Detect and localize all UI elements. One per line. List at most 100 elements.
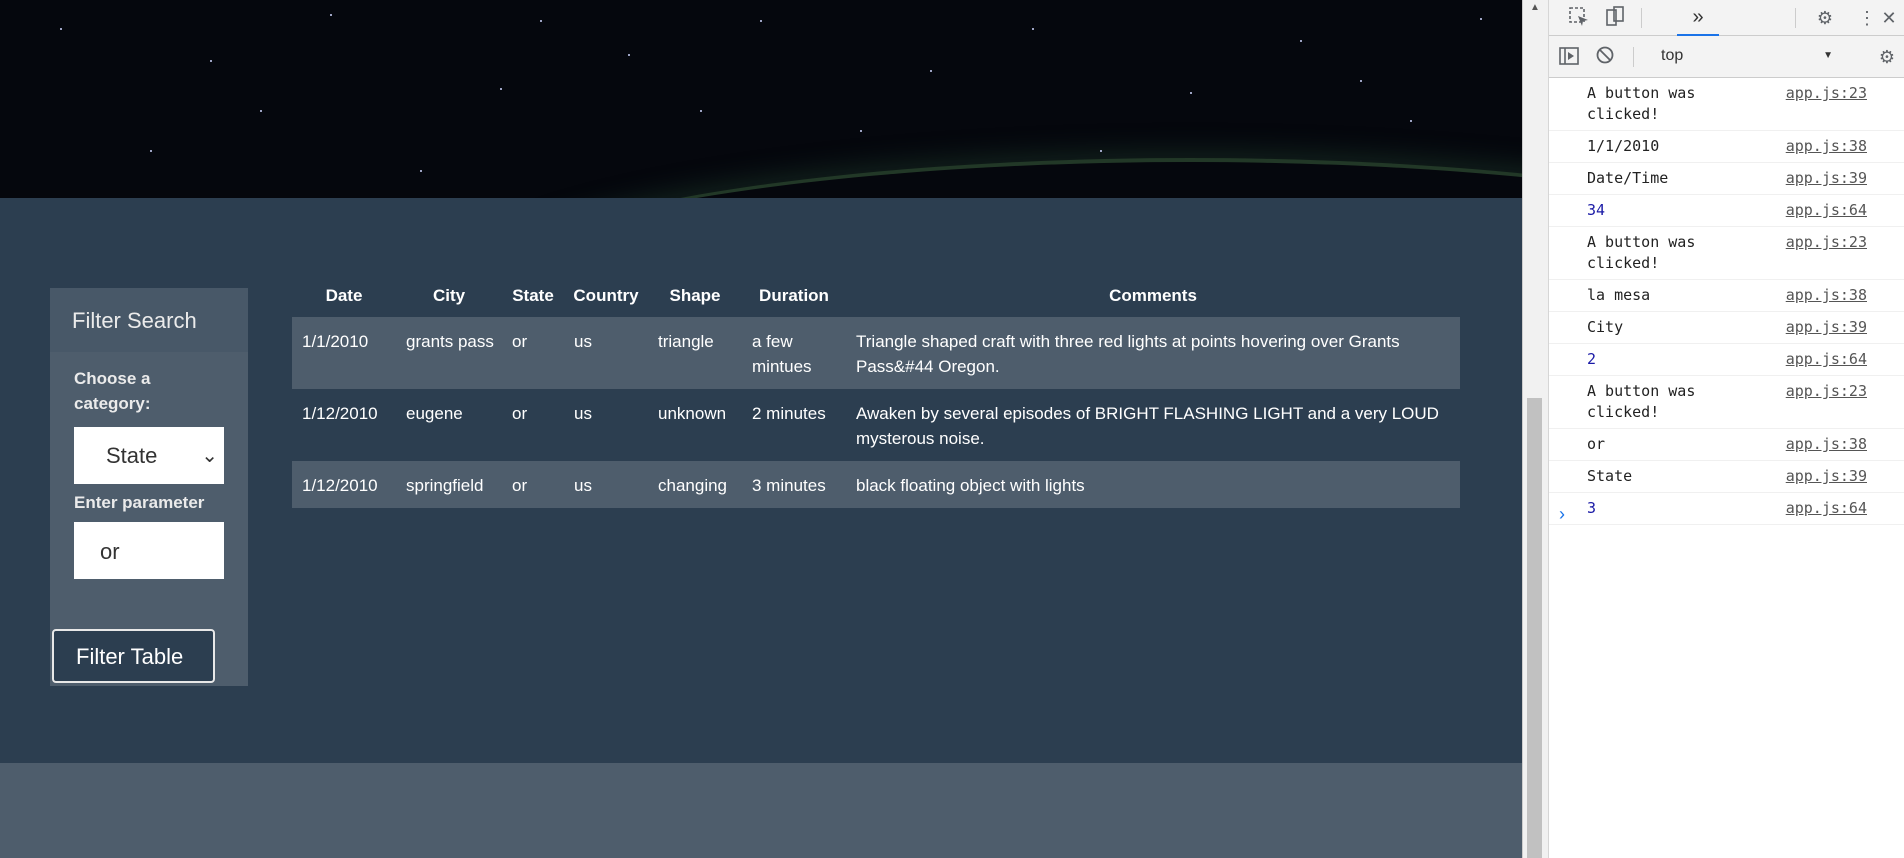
- cell-duration: 3 minutes: [742, 461, 846, 508]
- column-header-city: City: [432, 286, 466, 305]
- close-icon[interactable]: ✕: [1877, 6, 1901, 30]
- console-log-row: 1/1/2010 app.js:38: [1549, 131, 1904, 163]
- show-sidebar-icon[interactable]: [1557, 45, 1581, 69]
- console-message-text: State: [1587, 467, 1633, 485]
- category-label: Choose a category:: [74, 369, 151, 413]
- console-prompt-icon[interactable]: ›: [1559, 504, 1565, 525]
- cell-city: eugene: [396, 389, 502, 461]
- console-log-row: or app.js:38: [1549, 429, 1904, 461]
- console-source-link[interactable]: app.js:39: [1786, 317, 1867, 338]
- console-message-text: City: [1587, 318, 1624, 336]
- filter-table-button[interactable]: Filter Table: [52, 629, 215, 683]
- device-toolbar-icon[interactable]: [1603, 6, 1627, 30]
- console-messages: A button was clicked! app.js:23 1/1/2010 ap…: [1549, 78, 1904, 525]
- browser-viewport: Filter Search Choose a category: State ⌄…: [0, 0, 1904, 858]
- cell-state: or: [502, 461, 564, 508]
- console-log-row: State app.js:39: [1549, 461, 1904, 493]
- console-source-link[interactable]: app.js:23: [1786, 232, 1867, 253]
- console-message-text: A button was clicked!: [1587, 84, 1705, 123]
- category-select-value: State: [106, 443, 158, 468]
- javascript-context-select[interactable]: top ▼: [1653, 42, 1841, 70]
- cell-country: us: [564, 461, 648, 508]
- console-source-link[interactable]: app.js:64: [1786, 498, 1867, 519]
- cell-state: or: [502, 317, 564, 389]
- toolbar-divider: [1795, 8, 1796, 28]
- column-header-country: Country: [573, 286, 639, 305]
- console-message-text: la mesa: [1587, 286, 1651, 304]
- star-dot: [760, 20, 762, 22]
- parameter-input[interactable]: or: [74, 522, 224, 579]
- star-dot: [628, 54, 630, 56]
- kebab-menu-icon[interactable]: ⋮: [1855, 6, 1879, 30]
- toolbar-divider: [1641, 8, 1642, 28]
- console-message-text: 34: [1587, 201, 1606, 219]
- star-dot: [210, 60, 212, 62]
- cell-city: springfield: [396, 461, 502, 508]
- main-content: Filter Search Choose a category: State ⌄…: [0, 198, 1522, 763]
- ufo-sightings-table: Date City State Country Shape Duration C…: [292, 275, 1460, 508]
- toolbar-divider: [1633, 47, 1634, 67]
- table-row: 1/12/2010 springfield or us changing 3 m…: [292, 461, 1460, 508]
- table-header-row: Date City State Country Shape Duration C…: [292, 275, 1460, 317]
- star-dot: [260, 110, 262, 112]
- star-dot: [1360, 80, 1362, 82]
- console-message-text: 3: [1587, 499, 1597, 517]
- console-source-link[interactable]: app.js:23: [1786, 83, 1867, 104]
- console-source-link[interactable]: app.js:38: [1786, 434, 1867, 455]
- console-source-link[interactable]: app.js:39: [1786, 168, 1867, 189]
- console-source-link[interactable]: app.js:39: [1786, 466, 1867, 487]
- cell-date: 1/1/2010: [292, 317, 396, 389]
- console-log-row: A button was clicked! app.js:23: [1549, 78, 1904, 131]
- clear-console-icon[interactable]: [1593, 45, 1617, 69]
- cell-comments: Awaken by several episodes of BRIGHT FLA…: [846, 389, 1460, 461]
- console-source-link[interactable]: app.js:38: [1786, 285, 1867, 306]
- scrollbar-thumb[interactable]: [1527, 398, 1542, 858]
- cell-shape: unknown: [648, 389, 742, 461]
- cell-duration: 2 minutes: [742, 389, 846, 461]
- star-dot: [700, 110, 702, 112]
- cell-comments: Triangle shaped craft with three red lig…: [846, 317, 1460, 389]
- column-header-shape: Shape: [669, 286, 721, 305]
- console-log-row: Date/Time app.js:39: [1549, 163, 1904, 195]
- star-dot: [860, 130, 862, 132]
- console-message-text: or: [1587, 435, 1606, 453]
- console-log-row: City app.js:39: [1549, 312, 1904, 344]
- cell-state: or: [502, 389, 564, 461]
- table-row: 1/1/2010 grants pass or us triangle a fe…: [292, 317, 1460, 389]
- more-tabs-button[interactable]: »: [1677, 0, 1719, 36]
- star-dot: [1190, 92, 1192, 94]
- scroll-up-arrow-icon[interactable]: ▲: [1530, 2, 1540, 13]
- console-log-row: 3 app.js:64: [1549, 493, 1904, 525]
- star-dot: [1300, 40, 1302, 42]
- settings-gear-icon[interactable]: ⚙: [1813, 6, 1837, 30]
- context-select-value: top: [1661, 47, 1684, 64]
- console-source-link[interactable]: app.js:64: [1786, 349, 1867, 370]
- console-source-link[interactable]: app.js:64: [1786, 200, 1867, 221]
- dropdown-arrow-icon: ▼: [1823, 50, 1833, 61]
- star-dot: [1410, 120, 1412, 122]
- console-message-text: Date/Time: [1587, 169, 1669, 187]
- console-log-row: 34 app.js:64: [1549, 195, 1904, 227]
- filter-panel-title: Filter Search: [50, 288, 248, 352]
- console-log-row: A button was clicked! app.js:23: [1549, 227, 1904, 280]
- parameter-label: Enter parameter: [74, 493, 205, 512]
- cell-comments: black floating object with lights: [846, 461, 1460, 508]
- inspect-element-icon[interactable]: [1567, 6, 1591, 30]
- console-source-link[interactable]: app.js:23: [1786, 381, 1867, 402]
- star-dot: [540, 20, 542, 22]
- page-scrollbar[interactable]: ▲: [1523, 0, 1549, 858]
- cell-country: us: [564, 389, 648, 461]
- category-select[interactable]: State ⌄: [74, 427, 224, 484]
- console-source-link[interactable]: app.js:38: [1786, 136, 1867, 157]
- devtools-toolbar: » ⚙ ⋮ ✕: [1549, 0, 1904, 36]
- cell-country: us: [564, 317, 648, 389]
- chevron-down-icon: ⌄: [201, 445, 218, 467]
- table-row: 1/12/2010 eugene or us unknown 2 minutes…: [292, 389, 1460, 461]
- console-message-text: A button was clicked!: [1587, 233, 1705, 272]
- cell-shape: changing: [648, 461, 742, 508]
- console-log-row: 2 app.js:64: [1549, 344, 1904, 376]
- console-settings-icon[interactable]: ⚙: [1875, 45, 1899, 69]
- devtools-panel: ▲ » ⚙ ⋮ ✕ top ▼ ⚙ A button was clicked! …: [1522, 0, 1904, 858]
- star-dot: [60, 28, 62, 30]
- star-dot: [1100, 150, 1102, 152]
